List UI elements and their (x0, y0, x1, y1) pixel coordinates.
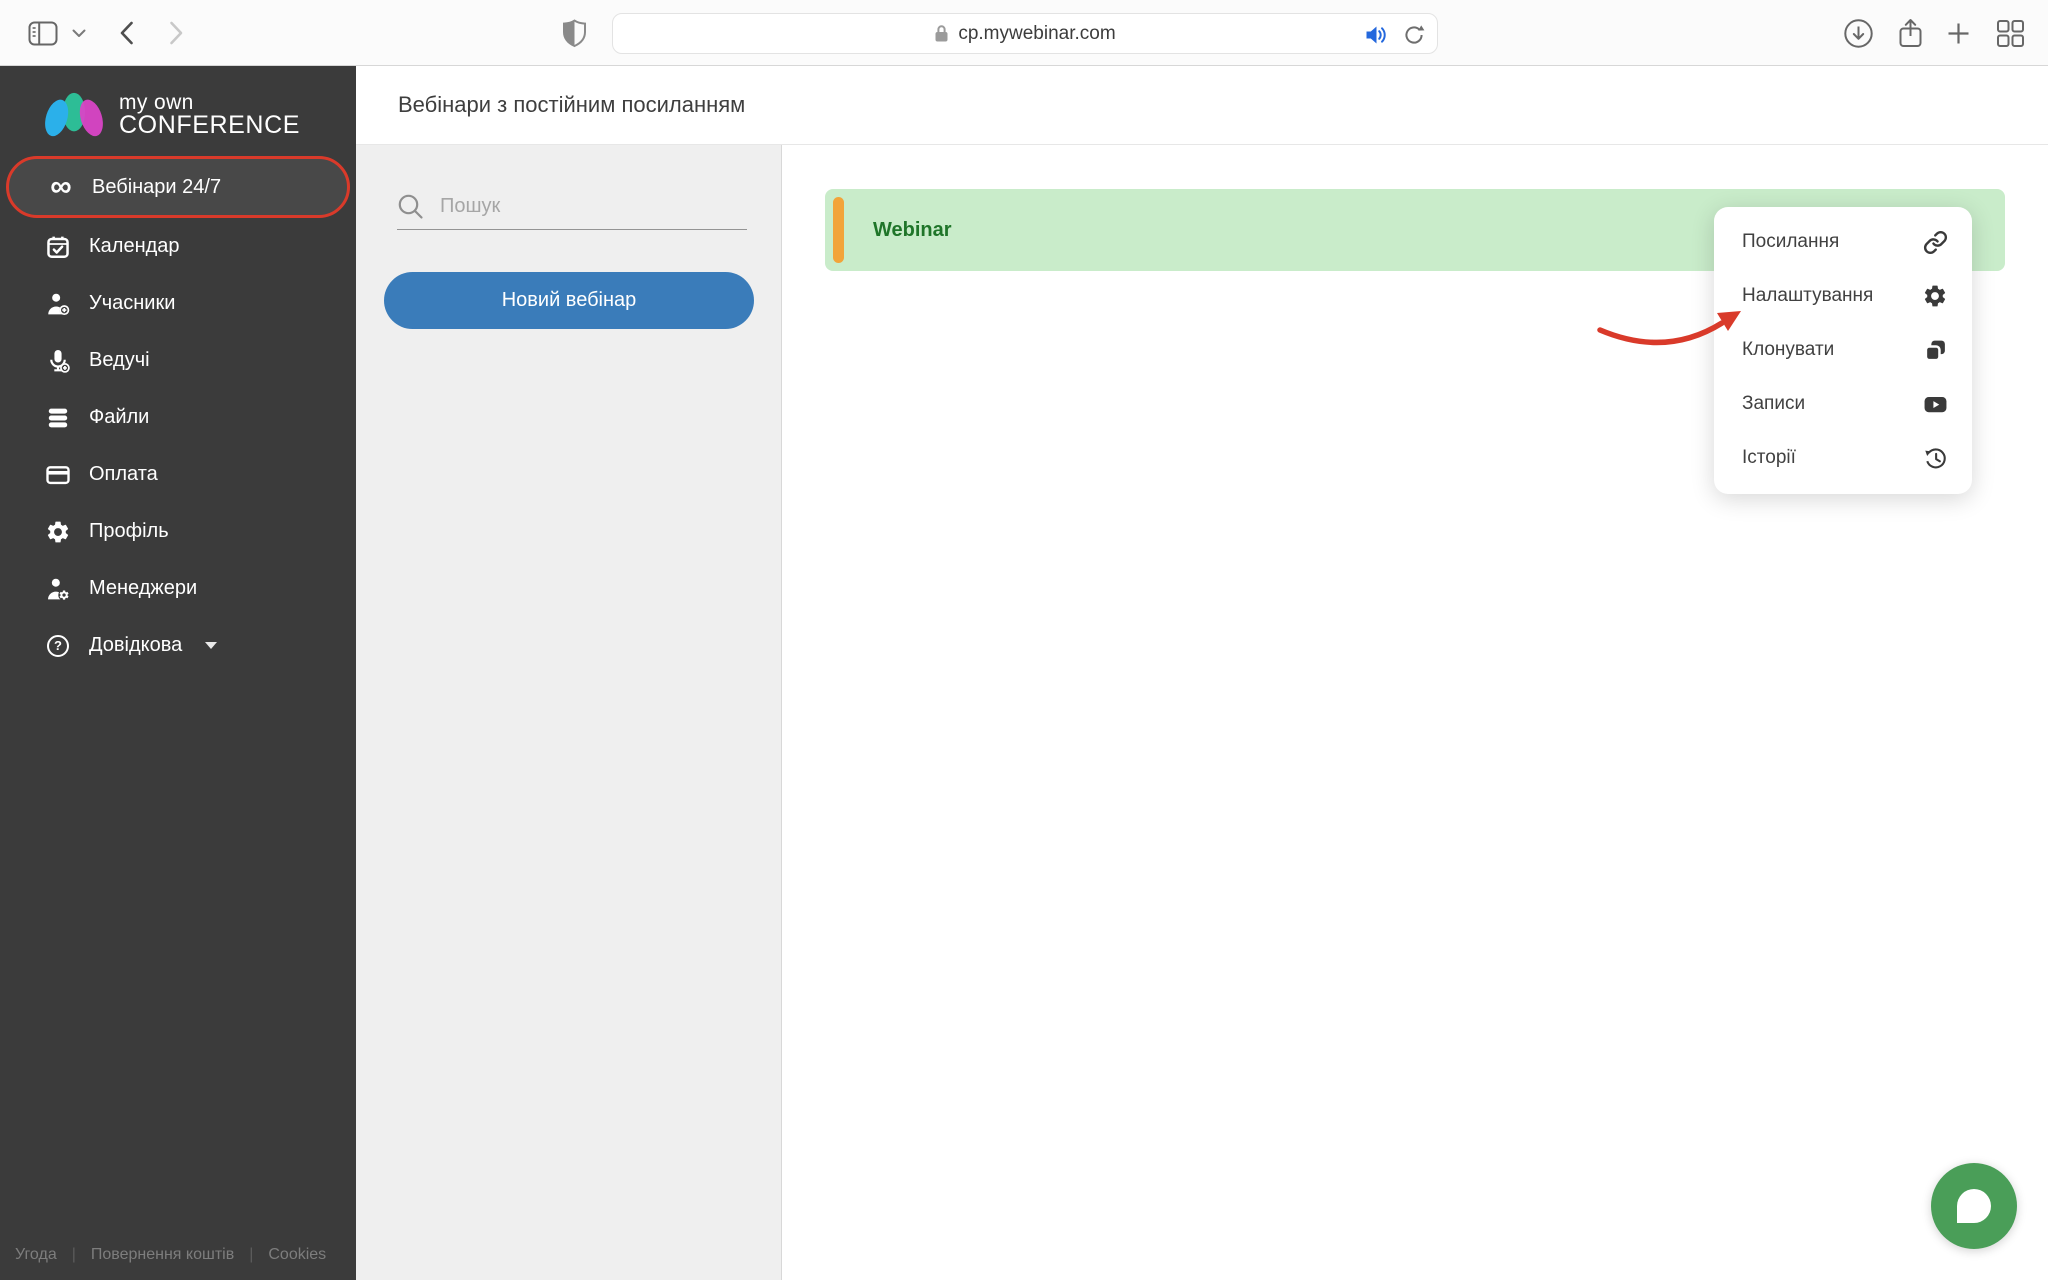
sidebar-item-files[interactable]: Файли (0, 389, 356, 446)
link-icon (1922, 229, 1948, 255)
sidebar-item-calendar[interactable]: Календар (0, 218, 356, 275)
app-window: cp.mywebinar.com my own CONFERENCE ∞ Веб… (0, 0, 2048, 1280)
reload-button[interactable] (1403, 14, 1425, 55)
audio-mute-button[interactable] (1365, 14, 1389, 55)
forward-icon (169, 21, 182, 45)
footer-link-cookies[interactable]: Cookies (268, 1246, 326, 1264)
menu-item-link[interactable]: Посилання (1714, 215, 1972, 269)
clone-icon (1922, 337, 1948, 363)
sidebar-item-label: Довідкова (89, 634, 183, 656)
history-icon (1922, 445, 1948, 471)
gear-icon (1922, 283, 1948, 309)
sidebar-item-label: Файли (89, 406, 150, 428)
webinar-context-menu: Посилання Налаштування Клонувати Записи … (1714, 207, 1972, 494)
footer-link-refund[interactable]: Повернення коштів (91, 1246, 234, 1264)
sidebar-item-label: Вебінари 24/7 (92, 175, 222, 198)
menu-item-label: Клонувати (1742, 339, 1835, 360)
sidebar-toggle-button[interactable] (22, 0, 64, 66)
logo-mark-icon (45, 92, 103, 137)
sidebar-item-label: Учасники (89, 292, 176, 314)
back-icon (120, 21, 133, 45)
menu-item-label: Налаштування (1742, 285, 1874, 306)
search-icon (398, 194, 423, 219)
downloads-button[interactable] (1836, 0, 1880, 66)
chat-bubble-icon (1957, 1189, 1991, 1223)
sidebar-item-label: Менеджери (89, 577, 198, 599)
sidebar-item-profile[interactable]: Профіль (0, 503, 356, 560)
plus-icon (1948, 23, 1968, 43)
sidebar-item-webinars-247[interactable]: ∞ Вебінари 24/7 (6, 156, 350, 218)
sidebar-item-label: Профіль (89, 520, 169, 542)
download-icon (1843, 18, 1873, 48)
privacy-report-button[interactable] (552, 0, 596, 66)
tabs-grid-icon (1996, 19, 2024, 47)
footer-separator: | (249, 1246, 254, 1263)
menu-item-history[interactable]: Історії (1714, 431, 1972, 485)
new-tab-button[interactable] (1938, 0, 1978, 66)
menu-item-label: Історії (1742, 447, 1796, 468)
shield-icon (562, 18, 586, 47)
url-text: cp.mywebinar.com (958, 22, 1116, 44)
sidebar-item-participants[interactable]: Учасники (0, 275, 356, 332)
sidebar-item-managers[interactable]: Менеджери (0, 560, 356, 617)
page-title: Вебінари з постійним посиланням (398, 92, 746, 117)
user-gear-icon (44, 575, 72, 603)
dropdown-arrow-icon (205, 642, 218, 649)
lock-icon (935, 25, 948, 42)
youtube-icon (1922, 391, 1948, 417)
calendar-icon (44, 233, 72, 261)
share-button[interactable] (1888, 0, 1932, 66)
sidebar-item-payment[interactable]: Оплата (0, 446, 356, 503)
footer-link-agreement[interactable]: Угода (15, 1246, 57, 1264)
logo-line2: CONFERENCE (119, 110, 301, 139)
sidebar-item-help[interactable]: ? Довідкова (0, 617, 356, 674)
menu-item-label: Записи (1742, 393, 1806, 414)
logo-line1: my own (119, 90, 194, 114)
new-webinar-button[interactable]: Новий вебінар (384, 272, 754, 329)
logo[interactable]: my own CONFERENCE (42, 88, 300, 142)
gear-icon (44, 518, 72, 546)
address-bar[interactable]: cp.mywebinar.com (612, 13, 1438, 54)
search-input[interactable] (440, 194, 747, 218)
microphone-plus-icon (44, 347, 72, 375)
webinar-status-bar (833, 197, 844, 263)
chevron-down-icon (72, 29, 86, 37)
search-field (397, 183, 747, 230)
webinar-list-panel: Новий вебінар (356, 145, 782, 1280)
webinar-title: Webinar (873, 218, 952, 241)
menu-item-settings[interactable]: Налаштування (1714, 269, 1972, 323)
logo-text: my own CONFERENCE (119, 90, 301, 139)
menu-item-recordings[interactable]: Записи (1714, 377, 1972, 431)
reload-icon (1405, 24, 1425, 44)
credit-card-icon (44, 461, 72, 489)
forward-button[interactable] (158, 0, 194, 66)
browser-toolbar: cp.mywebinar.com (0, 0, 2048, 66)
speaker-icon (1366, 26, 1386, 43)
tab-overview-button[interactable] (1986, 0, 2034, 66)
chat-widget-button[interactable] (1931, 1163, 2017, 1249)
share-icon (1899, 18, 1921, 47)
sidebar-item-label: Календар (89, 235, 180, 257)
sidebar-item-label: Оплата (89, 463, 158, 485)
back-button[interactable] (108, 0, 144, 66)
question-circle-icon: ? (44, 632, 72, 660)
user-plus-icon (44, 290, 72, 318)
sidebar: my own CONFERENCE ∞ Вебінари 24/7 Календ… (0, 66, 356, 1280)
toolbar-chevron-button[interactable] (66, 0, 92, 66)
menu-item-label: Посилання (1742, 231, 1840, 252)
infinity-icon: ∞ (50, 170, 72, 203)
page-header: Вебінари з постійним посиланням (356, 66, 2048, 145)
sidebar-toggle-icon (28, 21, 58, 45)
sidebar-item-label: Ведучі (89, 349, 150, 371)
files-stack-icon (44, 404, 72, 432)
sidebar-footer: Угода | Повернення коштів | Cookies (15, 1246, 326, 1264)
footer-separator: | (71, 1246, 76, 1263)
sidebar-item-presenters[interactable]: Ведучі (0, 332, 356, 389)
menu-item-clone[interactable]: Клонувати (1714, 323, 1972, 377)
